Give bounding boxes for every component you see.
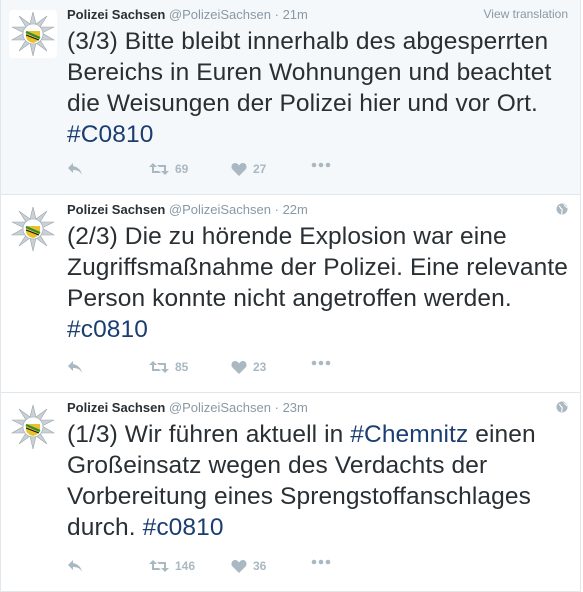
tweet-text-body: (3/3) Bitte bleibt innerhalb des abgespe… [67, 28, 552, 117]
avatar[interactable] [9, 403, 57, 451]
retweet-button[interactable]: 69 [149, 162, 188, 176]
tweet[interactable]: Polizei Sachsen @PolizeiSachsen · 21m Vi… [0, 0, 581, 195]
avatar[interactable] [9, 205, 57, 253]
more-button[interactable] [311, 360, 331, 366]
hashtag-link[interactable]: #c0810 [143, 514, 224, 541]
retweet-count: 69 [175, 162, 189, 176]
more-button[interactable] [311, 559, 331, 565]
timestamp[interactable]: 23m [283, 400, 308, 415]
heart-icon [231, 163, 247, 176]
timestamp[interactable]: 21m [283, 7, 308, 22]
separator: · [274, 400, 279, 415]
tweet-actions: 146 36 [67, 559, 367, 579]
tweet-text: (2/3) Die zu hörende Explosion war eine … [67, 221, 572, 345]
tweet-text-body: (2/3) Die zu hörende Explosion war eine … [67, 223, 568, 312]
like-count: 36 [253, 559, 267, 573]
tweet-text: (1/3) Wir führen aktuell in #Chemnitz ei… [67, 419, 572, 543]
view-translation-link[interactable]: View translation [484, 7, 569, 21]
tweet-header: Polizei Sachsen @PolizeiSachsen · 23m [67, 400, 568, 418]
author-name[interactable]: Polizei Sachsen [67, 202, 165, 217]
hashtag-link[interactable]: #Chemnitz [350, 421, 468, 448]
retweet-button[interactable]: 85 [149, 360, 188, 374]
police-star-badge-icon [10, 404, 56, 450]
reply-button[interactable] [67, 559, 83, 573]
tweet[interactable]: Polizei Sachsen @PolizeiSachsen · 23m (1… [0, 393, 581, 592]
reply-icon [68, 560, 82, 572]
like-button[interactable]: 27 [231, 162, 266, 176]
reply-icon [68, 163, 82, 175]
more-icon [311, 162, 331, 168]
hashtag-link[interactable]: #c0810 [67, 316, 148, 343]
tweet[interactable]: Polizei Sachsen @PolizeiSachsen · 22m (2… [0, 195, 581, 393]
reply-icon [68, 361, 82, 373]
heart-icon [231, 361, 247, 374]
retweet-icon [149, 560, 169, 572]
author-handle[interactable]: @PolizeiSachsen [169, 202, 271, 217]
like-count: 27 [253, 162, 267, 176]
more-button[interactable] [311, 162, 331, 168]
author-handle[interactable]: @PolizeiSachsen [169, 400, 271, 415]
like-count: 23 [253, 360, 267, 374]
globe-icon[interactable] [556, 203, 568, 215]
reply-button[interactable] [67, 360, 83, 374]
reply-button[interactable] [67, 162, 83, 176]
more-icon [311, 360, 331, 366]
tweet-feed: Polizei Sachsen @PolizeiSachsen · 21m Vi… [0, 0, 583, 592]
separator: · [274, 7, 279, 22]
more-icon [311, 559, 331, 565]
heart-icon [231, 560, 247, 573]
like-button[interactable]: 36 [231, 559, 266, 573]
author-handle[interactable]: @PolizeiSachsen [169, 7, 271, 22]
tweet-actions: 85 23 [67, 360, 367, 380]
police-star-badge-icon [10, 206, 56, 252]
author-name[interactable]: Polizei Sachsen [67, 400, 165, 415]
tweet-text-body: (1/3) Wir führen aktuell in [67, 421, 351, 448]
retweet-icon [149, 163, 169, 175]
tweet-actions: 69 27 [67, 162, 367, 182]
retweet-button[interactable]: 146 [149, 559, 195, 573]
hashtag-link[interactable]: #C0810 [67, 121, 153, 148]
avatar[interactable] [9, 10, 57, 58]
tweet-header: Polizei Sachsen @PolizeiSachsen · 22m [67, 202, 568, 220]
timestamp[interactable]: 22m [283, 202, 308, 217]
like-button[interactable]: 23 [231, 360, 266, 374]
retweet-count: 85 [175, 360, 189, 374]
globe-icon[interactable] [556, 401, 568, 413]
retweet-icon [149, 361, 169, 373]
author-name[interactable]: Polizei Sachsen [67, 7, 165, 22]
retweet-count: 146 [175, 559, 196, 573]
tweet-header: Polizei Sachsen @PolizeiSachsen · 21m Vi… [67, 7, 568, 25]
separator: · [274, 202, 279, 217]
tweet-text: (3/3) Bitte bleibt innerhalb des abgespe… [67, 26, 572, 150]
police-star-badge-icon [10, 11, 56, 57]
